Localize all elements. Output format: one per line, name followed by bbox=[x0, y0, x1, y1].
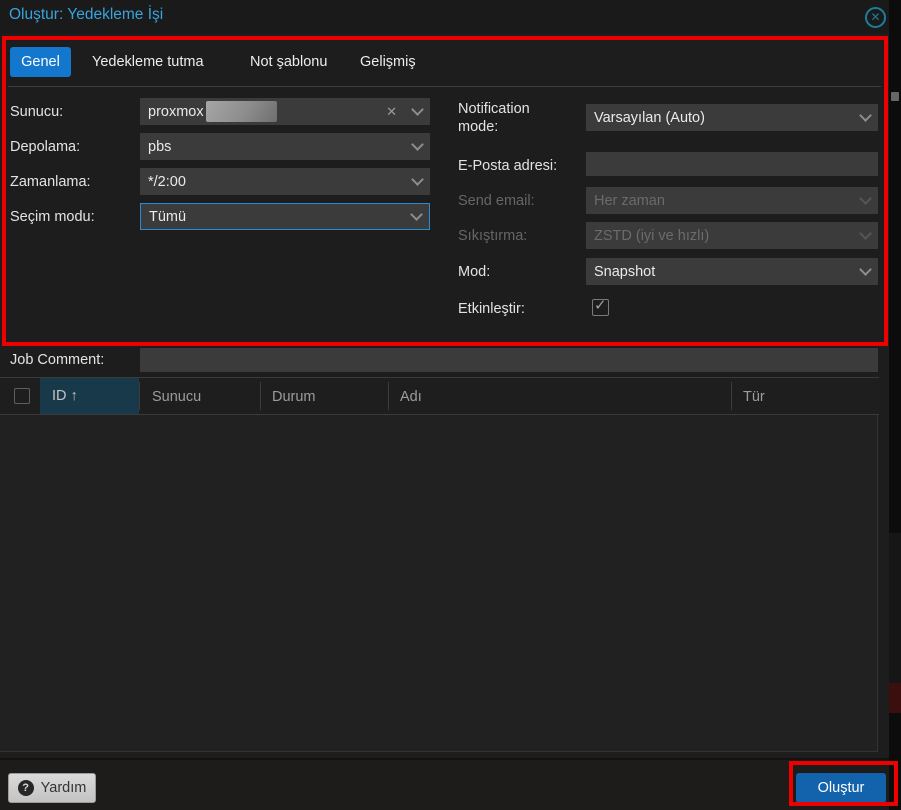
eposta-adresi-input[interactable] bbox=[586, 152, 878, 176]
background-page-strip bbox=[889, 0, 901, 810]
column-divider bbox=[388, 382, 389, 410]
redacted-text-blur bbox=[205, 101, 277, 122]
notification-mode-value: Varsayılan (Auto) bbox=[594, 109, 705, 126]
secim-modu-combobox[interactable]: Tümü bbox=[140, 203, 430, 230]
screen: Oluştur: Yedekleme İşi ✕ Genel Yedekleme… bbox=[0, 0, 901, 810]
tab-genel[interactable]: Genel bbox=[10, 47, 71, 77]
sunucu-combobox[interactable]: proxmox ✕ bbox=[140, 98, 430, 125]
chevron-down-icon[interactable] bbox=[411, 137, 424, 151]
dialog-footer: ? Yardım Oluştur bbox=[0, 758, 889, 810]
chevron-down-icon[interactable] bbox=[859, 108, 872, 122]
label-eposta-adresi: E-Posta adresi: bbox=[458, 158, 558, 174]
help-button-label: Yardım bbox=[40, 780, 87, 796]
chevron-down-icon[interactable] bbox=[411, 102, 424, 116]
label-notification-mode: Notification mode: bbox=[458, 101, 530, 135]
label-sikistirma: Sıkıştırma: bbox=[458, 228, 528, 244]
close-icon[interactable]: ✕ bbox=[865, 7, 886, 28]
label-depolama: Depolama: bbox=[10, 139, 81, 155]
clear-icon[interactable]: ✕ bbox=[386, 104, 397, 120]
check-icon: ✓ bbox=[594, 297, 607, 314]
label-mod: Mod: bbox=[458, 264, 491, 280]
column-header-durum[interactable]: Durum bbox=[272, 389, 316, 405]
label-secim-modu: Seçim modu: bbox=[10, 209, 95, 225]
mod-combobox[interactable]: Snapshot bbox=[586, 258, 878, 285]
chevron-down-icon[interactable] bbox=[859, 262, 872, 276]
column-header-id-label: ID bbox=[52, 388, 67, 404]
help-button[interactable]: ? Yardım bbox=[8, 773, 96, 803]
chevron-down-icon bbox=[859, 191, 872, 205]
chevron-down-icon[interactable] bbox=[411, 172, 424, 186]
sunucu-value: proxmox bbox=[148, 103, 204, 120]
table-body-empty[interactable] bbox=[0, 415, 878, 752]
label-job-comment: Job Comment: bbox=[10, 352, 105, 368]
label-etkinlestir: Etkinleştir: bbox=[458, 301, 525, 317]
column-divider bbox=[139, 382, 140, 410]
zamanlama-value: */2:00 bbox=[148, 173, 186, 190]
tab-yedekleme-tutma[interactable]: Yedekleme tutma bbox=[92, 47, 204, 77]
table-header: ID ↑ Sunucu Durum Adı Tür bbox=[0, 378, 879, 414]
zamanlama-combobox[interactable]: */2:00 bbox=[140, 168, 430, 195]
sikistirma-value: ZSTD (iyi ve hızlı) bbox=[594, 227, 710, 244]
sikistirma-combobox: ZSTD (iyi ve hızlı) bbox=[586, 222, 878, 249]
job-comment-input[interactable] bbox=[140, 348, 878, 372]
tab-not-sablonu[interactable]: Not şablonu bbox=[250, 47, 327, 77]
column-divider bbox=[260, 382, 261, 410]
help-icon: ? bbox=[17, 780, 34, 796]
label-send-email: Send email: bbox=[458, 193, 535, 209]
column-header-id[interactable]: ID ↑ bbox=[40, 378, 139, 414]
select-all-checkbox[interactable] bbox=[14, 388, 30, 404]
label-zamanlama: Zamanlama: bbox=[10, 174, 91, 190]
dialog-titlebar: Oluştur: Yedekleme İşi bbox=[0, 0, 889, 33]
chevron-down-icon bbox=[859, 226, 872, 240]
background-red-fragment bbox=[889, 683, 901, 713]
depolama-combobox[interactable]: pbs bbox=[140, 133, 430, 160]
tab-separator bbox=[8, 86, 881, 87]
send-email-combobox: Her zaman bbox=[586, 187, 878, 214]
label-sunucu: Sunucu: bbox=[10, 104, 64, 120]
secim-modu-value: Tümü bbox=[149, 208, 187, 225]
background-text-fragment bbox=[891, 92, 899, 101]
tab-gelismis[interactable]: Gelişmiş bbox=[360, 47, 416, 77]
depolama-value: pbs bbox=[148, 138, 172, 155]
column-header-tur[interactable]: Tür bbox=[743, 389, 765, 405]
column-header-adi[interactable]: Adı bbox=[400, 389, 422, 405]
notification-mode-combobox[interactable]: Varsayılan (Auto) bbox=[586, 104, 878, 131]
column-divider bbox=[731, 382, 732, 410]
mod-value: Snapshot bbox=[594, 263, 656, 280]
column-header-sunucu[interactable]: Sunucu bbox=[152, 389, 201, 405]
create-button[interactable]: Oluştur bbox=[796, 773, 886, 803]
send-email-value: Her zaman bbox=[594, 192, 665, 209]
dialog-title: Oluştur: Yedekleme İşi bbox=[9, 6, 164, 23]
background-panel-fragment bbox=[889, 533, 901, 683]
chevron-down-icon[interactable] bbox=[410, 207, 423, 221]
sort-ascending-icon: ↑ bbox=[70, 388, 78, 404]
etkinlestir-checkbox[interactable]: ✓ bbox=[592, 297, 609, 316]
